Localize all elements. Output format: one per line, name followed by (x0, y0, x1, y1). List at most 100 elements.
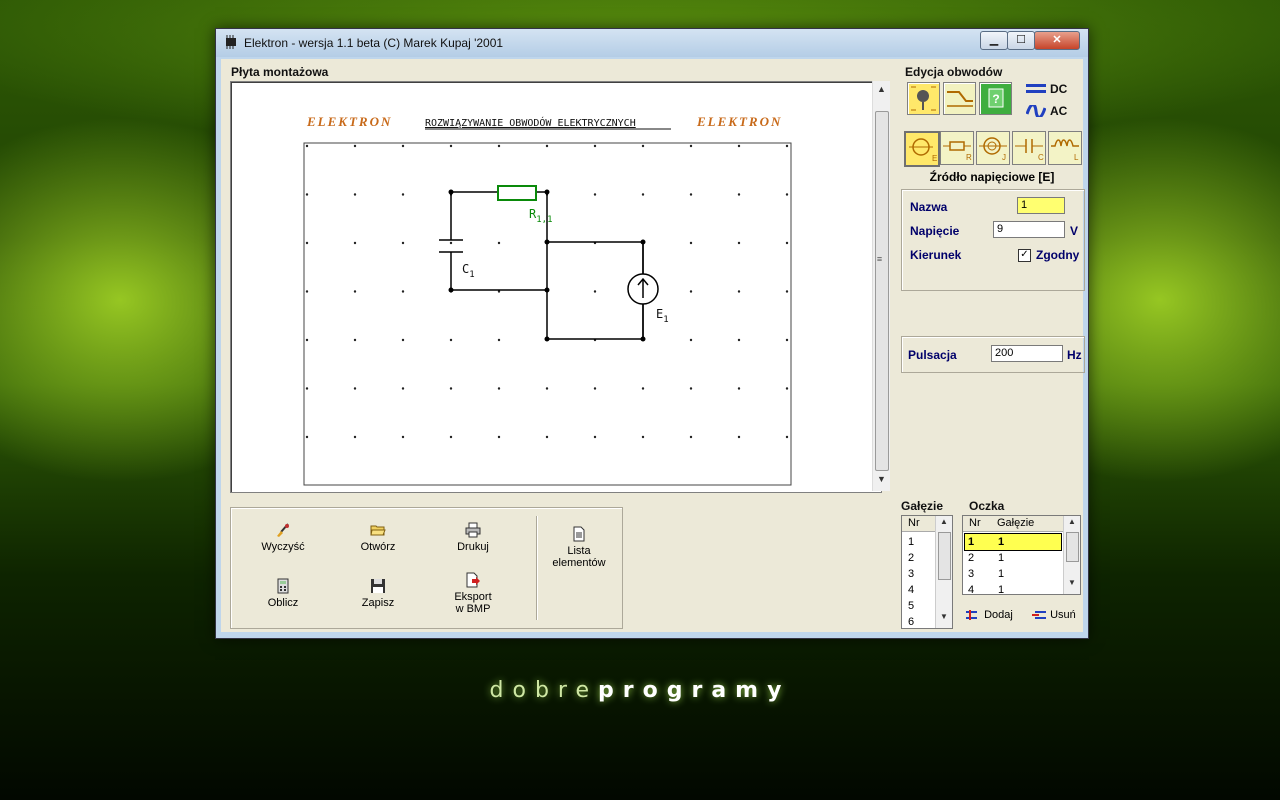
pulsation-label: Pulsacja (908, 348, 957, 362)
remove-icon (1032, 611, 1046, 620)
component-inductor[interactable]: L (1048, 131, 1082, 165)
scroll-thumb[interactable] (1066, 532, 1079, 562)
grid-dot (689, 338, 693, 342)
branches-list[interactable]: Nr 1 2 3 4 5 6 ▲ ▼ (901, 515, 953, 629)
board-scrollbar[interactable]: ▲ ≡ ▼ (872, 81, 890, 491)
name-label: Nazwa (910, 200, 948, 214)
scroll-down-icon[interactable]: ▼ (873, 474, 890, 488)
svg-text:J: J (1002, 153, 1006, 162)
branches-header: Nr (902, 516, 936, 532)
grid-dot (785, 338, 789, 342)
table-row[interactable]: 21 (965, 550, 1061, 566)
table-row[interactable]: 31 (965, 566, 1061, 582)
voltage-label: Napięcie (910, 224, 960, 238)
calculate-button[interactable]: Oblicz (243, 578, 323, 609)
component-resistor[interactable]: R (940, 131, 974, 165)
grid-dot (401, 338, 405, 342)
direction-checkbox[interactable]: ✓ (1018, 249, 1031, 262)
voltage-source-e1[interactable] (627, 273, 659, 305)
print-button[interactable]: Drukuj (433, 522, 513, 553)
board-label: Płyta montażowa (231, 65, 329, 79)
grid-dot (785, 387, 789, 390)
component-capacitor[interactable]: C (1012, 131, 1046, 165)
grid-dot (305, 144, 309, 148)
folder-icon (370, 525, 386, 536)
scroll-up-icon[interactable]: ▲ (1064, 517, 1080, 531)
grid-dot (785, 435, 789, 439)
brand-logo: dobreprogramy (489, 678, 791, 703)
ac-icon (1026, 105, 1046, 117)
grid-dot (785, 144, 789, 148)
name-input[interactable] (1017, 197, 1065, 214)
add-mesh-button[interactable]: Dodaj (965, 609, 1013, 621)
client-area: Płyta montażowa ELEKTRON ROZWIĄZYWANIE O… (221, 59, 1085, 632)
grid-dot (353, 435, 357, 439)
grid-dot (737, 290, 741, 293)
edit-panel: Edycja obwodów ? DC AC E R J C L Źródło … (901, 59, 1085, 632)
grid-dot (545, 387, 549, 390)
grid-dot (305, 193, 309, 196)
node-tool-icon (911, 86, 936, 111)
grid-dot (497, 338, 501, 342)
resistor-r1[interactable] (497, 185, 537, 201)
component-voltage-source[interactable]: E (904, 131, 940, 167)
branches-scrollbar[interactable]: ▲ ▼ (935, 516, 952, 628)
direction-label: Kierunek (910, 248, 962, 262)
grid-dot (353, 290, 357, 293)
grid-dot (305, 338, 309, 342)
help-tool-button[interactable]: ? (979, 82, 1012, 115)
save-button[interactable]: Zapisz (338, 578, 418, 609)
grid-dot (641, 435, 645, 439)
voltage-unit: V (1070, 224, 1079, 238)
table-row[interactable]: 11 (964, 533, 1062, 551)
clear-button[interactable]: Wyczyść (243, 522, 323, 553)
logo-right: ELEKTRON (696, 114, 782, 129)
open-button[interactable]: Otwórz (338, 522, 418, 553)
meshes-list[interactable]: Nr Gałęzie 11 21 31 41 ▲ ▼ (962, 515, 1081, 595)
export-bmp-button[interactable]: Eksport w BMP (433, 572, 513, 615)
grid-dot (497, 144, 501, 148)
grid-dot (401, 387, 405, 390)
scroll-up-icon[interactable]: ▲ (936, 517, 952, 531)
wire-tool-button[interactable] (943, 82, 976, 115)
close-button[interactable]: ✕ (1034, 31, 1080, 50)
circuit-board[interactable]: ELEKTRON ROZWIĄZYWANIE OBWODÓW ELEKTRYCZ… (230, 81, 882, 493)
remove-mesh-button[interactable]: Usuń (1031, 609, 1076, 621)
scroll-thumb[interactable] (938, 532, 951, 580)
dc-option[interactable]: DC (1050, 82, 1067, 96)
grid-dot (401, 290, 405, 293)
meshes-label: Oczka (969, 499, 1005, 513)
pulsation-unit: Hz (1067, 348, 1082, 362)
broom-icon (277, 523, 289, 537)
meshes-scrollbar[interactable]: ▲ ▼ (1063, 516, 1080, 594)
title-bar[interactable]: Elektron - wersja 1.1 beta (C) Marek Kup… (216, 29, 1088, 57)
grid-dot (305, 435, 309, 439)
capacitor-label: C1 (462, 262, 475, 280)
voltage-input[interactable] (993, 221, 1065, 238)
component-current-source[interactable]: J (976, 131, 1010, 165)
ac-option[interactable]: AC (1050, 104, 1067, 118)
maximize-button[interactable]: ☐ (1007, 31, 1035, 50)
select-tool-button[interactable] (907, 82, 940, 115)
table-row[interactable]: 41 (965, 582, 1061, 594)
scroll-thumb[interactable] (875, 111, 889, 471)
scroll-down-icon[interactable]: ▼ (936, 612, 952, 626)
grid-dot (305, 241, 309, 245)
window-title: Elektron - wersja 1.1 beta (C) Marek Kup… (244, 36, 504, 50)
scroll-up-icon[interactable]: ▲ (873, 84, 890, 98)
element-list-button[interactable]: Lista elementów (539, 526, 619, 569)
branches-label: Gałęzie (901, 499, 944, 513)
toolbar: Wyczyść Otwórz Drukuj Lista elementów Ob… (230, 507, 623, 629)
grid-dot (401, 193, 405, 196)
banner-title: ROZWIĄZYWANIE OBWODÓW ELEKTRYCZNYCH (425, 116, 636, 129)
grid-dot (401, 241, 405, 245)
svg-text:C: C (1038, 153, 1044, 162)
grid-dot (353, 338, 357, 342)
document-icon (573, 526, 585, 542)
pulsation-input[interactable] (991, 345, 1063, 362)
circuit-canvas[interactable]: ELEKTRON ROZWIĄZYWANIE OBWODÓW ELEKTRYCZ… (231, 82, 871, 488)
minimize-button[interactable]: ▁ (980, 31, 1008, 50)
grid-dot (737, 144, 741, 148)
scroll-down-icon[interactable]: ▼ (1064, 578, 1080, 592)
grid-dot (785, 290, 789, 293)
